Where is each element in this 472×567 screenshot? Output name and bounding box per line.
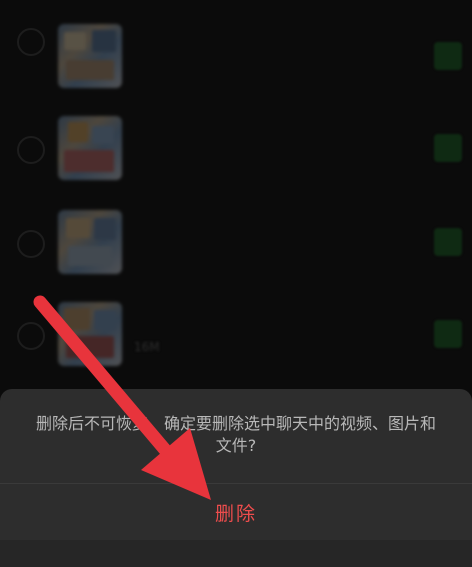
checkbox[interactable] (434, 228, 462, 256)
select-radio[interactable] (17, 322, 45, 350)
list-item (0, 0, 472, 88)
delete-confirm-sheet: 删除后不可恢复，确定要删除选中聊天中的视频、图片和文件? 删除 (0, 389, 472, 567)
sheet-footer (0, 540, 472, 567)
item-size: 16M (134, 340, 160, 354)
thumbnail-image (58, 210, 122, 274)
delete-button[interactable]: 删除 (0, 486, 472, 538)
list-item (0, 108, 472, 192)
select-radio[interactable] (17, 230, 45, 258)
checkbox[interactable] (434, 320, 462, 348)
checkbox[interactable] (434, 42, 462, 70)
select-radio[interactable] (17, 28, 45, 56)
thumbnail-image (58, 24, 122, 88)
select-radio[interactable] (17, 136, 45, 164)
dialog-message: 删除后不可恢复，确定要删除选中聊天中的视频、图片和文件? (35, 414, 436, 455)
checkbox[interactable] (434, 134, 462, 162)
list-item: 16M (0, 294, 472, 378)
thumbnail-image (58, 302, 122, 366)
list-item (0, 202, 472, 286)
divider (0, 483, 472, 484)
thumbnail-image (58, 116, 122, 180)
